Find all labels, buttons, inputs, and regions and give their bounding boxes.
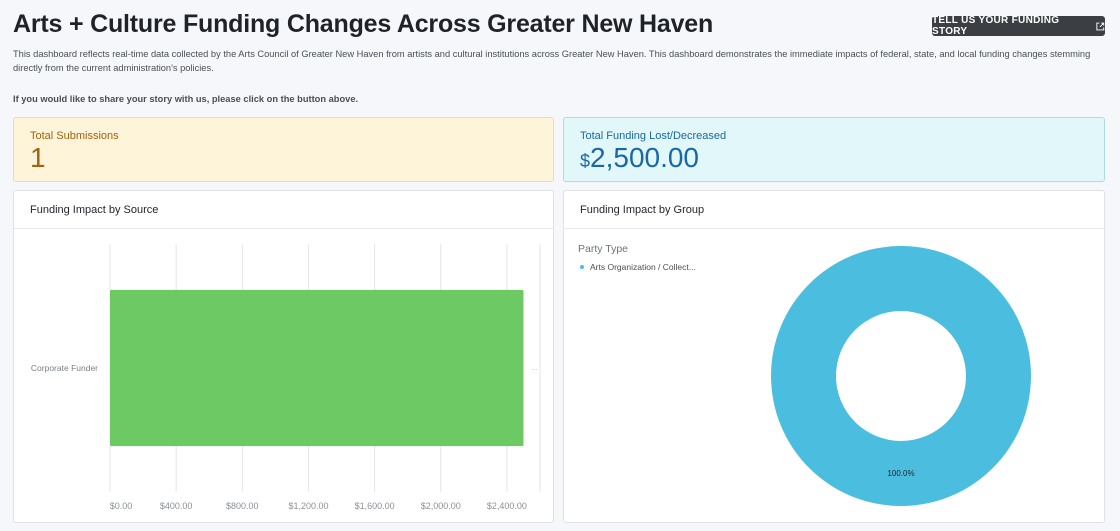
x-tick-label: $400.00: [160, 501, 193, 511]
donut-slice[interactable]: [771, 246, 1031, 506]
page-title: Arts + Culture Funding Changes Across Gr…: [13, 10, 714, 38]
total-funding-lost-card: Total Funding Lost/Decreased $2,500.00: [563, 117, 1105, 182]
x-tick-label: $2,400.00: [487, 501, 527, 511]
funding-by-group-card: Funding Impact by Group Party Type Arts …: [563, 190, 1105, 523]
funding-by-group-chart: 100.0%: [771, 246, 1031, 506]
total-submissions-card: Total Submissions 1: [13, 117, 554, 182]
slice-percent-label: 100.0%: [887, 469, 914, 478]
funding-by-source-title: Funding Impact by Source: [14, 191, 553, 229]
funding-amount: 2,500.00: [590, 142, 700, 173]
total-funding-lost-value: $2,500.00: [580, 142, 699, 174]
bar-corporate-funder[interactable]: [110, 289, 524, 447]
share-story-note: If you would like to share your story wi…: [13, 94, 359, 104]
total-submissions-label: Total Submissions: [30, 130, 119, 142]
dashboard-description: This dashboard reflects real-time data c…: [13, 49, 1091, 73]
funding-by-source-chart: $0.00 $400.00 $800.00 $1,200.00 $1,600.00 $2,…: [31, 244, 541, 511]
x-tick-label: $1,200.00: [288, 501, 328, 511]
bar-end-label: ...: [531, 365, 537, 372]
x-tick-label: $2,000.00: [421, 501, 461, 511]
funding-by-source-card: Funding Impact by Source $0.00 $400.00 $80…: [13, 190, 554, 523]
story-button-label: TELL US YOUR FUNDING STORY: [932, 15, 1060, 37]
x-tick-label: $0.00: [110, 501, 133, 511]
tell-funding-story-button[interactable]: TELL US YOUR FUNDING STORY: [932, 15, 1105, 37]
y-category-label: Corporate Funder: [31, 363, 98, 373]
currency-symbol: $: [580, 151, 591, 171]
x-tick-label: $800.00: [226, 501, 259, 511]
x-tick-label: $1,600.00: [355, 501, 395, 511]
funding-by-group-title: Funding Impact by Group: [564, 191, 1104, 229]
external-link-icon: [1096, 22, 1105, 30]
total-funding-lost-label: Total Funding Lost/Decreased: [580, 130, 727, 142]
total-submissions-value: 1: [30, 142, 46, 173]
